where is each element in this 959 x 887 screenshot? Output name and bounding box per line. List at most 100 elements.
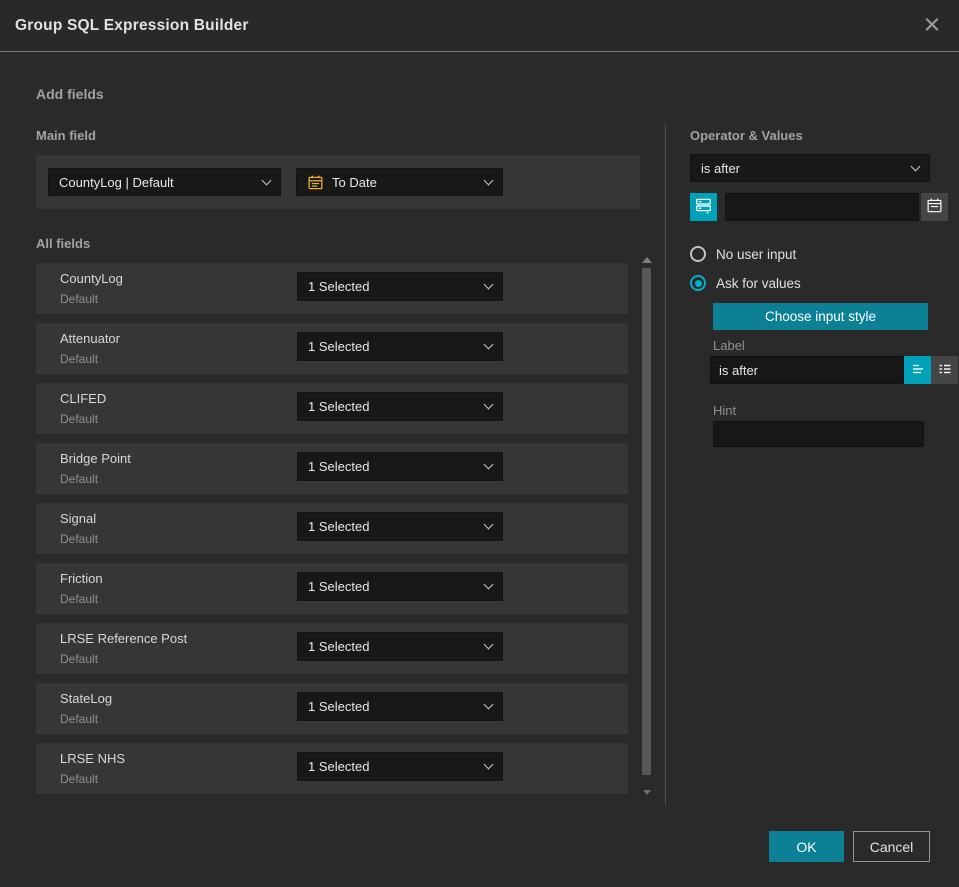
chevron-down-icon [483, 759, 494, 770]
field-row: Bridge Point Default 1 Selected [36, 443, 628, 494]
chevron-down-icon [483, 399, 494, 410]
field-selected-dropdown[interactable]: 1 Selected [297, 392, 503, 421]
field-selected-value: 1 Selected [308, 579, 370, 594]
field-subtitle: Default [60, 472, 99, 486]
field-name: LRSE NHS [60, 751, 126, 766]
operator-select-value: is after [701, 160, 741, 176]
field-row: LRSE NHS Default 1 Selected [36, 743, 628, 794]
calendar-icon [926, 197, 943, 217]
field-subtitle: Default [60, 652, 99, 666]
group-sql-expression-builder-dialog: Group SQL Expression Builder × Add field… [0, 0, 959, 887]
left-panel: Add fields Main field CountyLog | Defaul… [36, 52, 640, 812]
main-field-select-value: CountyLog | Default [59, 174, 174, 190]
operator-select[interactable]: is after [690, 154, 930, 182]
close-icon[interactable]: × [917, 8, 947, 42]
all-fields-heading: All fields [36, 236, 91, 251]
align-left-icon [910, 361, 926, 380]
field-subtitle: Default [60, 412, 99, 426]
hint-input[interactable] [713, 421, 924, 447]
radio-ask-for-values[interactable]: Ask for values [690, 275, 801, 291]
date-type-select-value: To Date [332, 174, 377, 190]
stack-icon [695, 197, 712, 217]
field-selected-value: 1 Selected [308, 399, 370, 414]
field-selected-dropdown[interactable]: 1 Selected [297, 632, 503, 661]
field-selected-value: 1 Selected [308, 639, 370, 654]
field-selected-dropdown[interactable]: 1 Selected [297, 572, 503, 601]
field-name: Signal [60, 511, 97, 526]
chevron-down-icon [483, 639, 494, 650]
field-selected-dropdown[interactable]: 1 Selected [297, 332, 503, 361]
field-row: Signal Default 1 Selected [36, 503, 628, 554]
field-subtitle: Default [60, 772, 99, 786]
chevron-down-icon [483, 579, 494, 590]
chevron-down-icon [483, 339, 494, 350]
add-fields-heading: Add fields [36, 86, 104, 102]
field-name: StateLog [60, 691, 113, 706]
date-type-select[interactable]: To Date [296, 168, 503, 196]
ok-button[interactable]: OK [769, 831, 844, 862]
single-line-input-style-button[interactable] [904, 356, 931, 384]
choose-input-style-button[interactable]: Choose input style [713, 303, 928, 330]
chevron-down-icon [261, 175, 272, 185]
field-name: Bridge Point [60, 451, 131, 466]
field-subtitle: Default [60, 592, 99, 606]
list-input-style-button[interactable] [931, 356, 958, 384]
field-selected-value: 1 Selected [308, 519, 370, 534]
label-input-row [710, 356, 958, 384]
field-selected-dropdown[interactable]: 1 Selected [297, 692, 503, 721]
field-subtitle: Default [60, 712, 99, 726]
chevron-down-icon [910, 161, 921, 171]
field-selected-value: 1 Selected [308, 339, 370, 354]
dialog-header: Group SQL Expression Builder × [0, 0, 959, 52]
field-selected-dropdown[interactable]: 1 Selected [297, 512, 503, 541]
radio-no-user-input[interactable]: No user input [690, 246, 796, 262]
field-selected-value: 1 Selected [308, 279, 370, 294]
field-row: Attenuator Default 1 Selected [36, 323, 628, 374]
chevron-down-icon [483, 699, 494, 710]
date-value-input[interactable] [725, 193, 919, 221]
radio-button-icon[interactable] [690, 246, 706, 262]
scrollbar-up-arrow-icon[interactable] [642, 257, 652, 263]
all-fields-list: CountyLog Default 1 Selected Attenuator … [36, 263, 628, 794]
chevron-down-icon [483, 175, 494, 185]
field-row: Friction Default 1 Selected [36, 563, 628, 614]
label-input[interactable] [710, 356, 904, 384]
field-row: LRSE Reference Post Default 1 Selected [36, 623, 628, 674]
operator-values-panel: Operator & Values is after No user input… [690, 52, 958, 812]
chevron-down-icon [483, 519, 494, 530]
field-name: LRSE Reference Post [60, 631, 188, 646]
field-name: CLIFED [60, 391, 107, 406]
cancel-button[interactable]: Cancel [853, 831, 930, 862]
scrollbar-down-arrow-icon[interactable] [643, 790, 651, 795]
field-name: Attenuator [60, 331, 120, 346]
field-name: Friction [60, 571, 103, 586]
field-row: CLIFED Default 1 Selected [36, 383, 628, 434]
chevron-down-icon [483, 279, 494, 290]
scrollbar-thumb[interactable] [642, 268, 651, 775]
field-selected-value: 1 Selected [308, 759, 370, 774]
field-selected-value: 1 Selected [308, 699, 370, 714]
radio-button-icon[interactable] [690, 275, 706, 291]
field-selected-value: 1 Selected [308, 459, 370, 474]
vertical-divider [665, 125, 666, 805]
field-subtitle: Default [60, 352, 99, 366]
field-subtitle: Default [60, 292, 99, 306]
radio-label: Ask for values [716, 275, 801, 291]
hint-caption: Hint [713, 403, 737, 418]
date-picker-button[interactable] [921, 193, 948, 221]
operator-values-heading: Operator & Values [690, 128, 803, 143]
main-field-heading: Main field [36, 128, 96, 143]
label-caption: Label [713, 338, 745, 353]
input-type-toggle-button[interactable] [690, 193, 717, 221]
field-selected-dropdown[interactable]: 1 Selected [297, 272, 503, 301]
field-selected-dropdown[interactable]: 1 Selected [297, 452, 503, 481]
field-row: CountyLog Default 1 Selected [36, 263, 628, 314]
main-field-select[interactable]: CountyLog | Default [48, 168, 281, 196]
calendar-icon [307, 174, 324, 191]
radio-label: No user input [716, 246, 797, 262]
field-subtitle: Default [60, 532, 99, 546]
field-name: CountyLog [60, 271, 123, 286]
list-icon [937, 361, 953, 380]
field-selected-dropdown[interactable]: 1 Selected [297, 752, 503, 781]
main-field-panel: CountyLog | Default To Date [36, 155, 640, 209]
